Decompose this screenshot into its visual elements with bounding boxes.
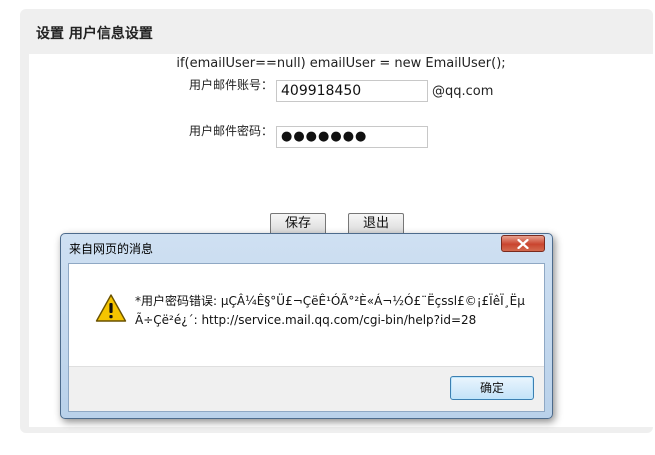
account-input[interactable] [276, 80, 428, 102]
ok-button[interactable]: 确定 [450, 376, 534, 400]
dialog-content: *用户密码错误: µÇÂ¼Ê§°Ü£¬ÇëÊ¹ÓÃ°²È«Á¬½Ó£¨Ëçssl… [68, 263, 545, 412]
exit-button[interactable]: 退出 [348, 213, 404, 235]
dialog-title: 来自网页的消息 [69, 242, 154, 256]
dialog-message: *用户密码错误: µÇÂ¼Ê§°Ü£¬ÇëÊ¹ÓÃ°²È«Á¬½Ó£¨Ëçssl… [135, 294, 525, 327]
dialog-close-button[interactable] [501, 235, 545, 252]
account-label: 用户邮件账号： [188, 78, 273, 92]
message-dialog: 来自网页的消息 *用户密码错误: µÇÂ¼Ê§°Ü£¬ÇëÊ¹ÓÃ°²È«Á¬½… [60, 233, 553, 419]
account-suffix: @qq.com [432, 84, 494, 99]
password-label: 用户邮件密码： [188, 124, 273, 138]
save-button[interactable]: 保存 [270, 213, 326, 235]
close-icon [517, 238, 529, 249]
dialog-footer: 确定 [69, 366, 544, 411]
password-input[interactable]: ●●●●●●● [276, 126, 428, 148]
code-text: if(emailUser==null) emailUser = new Emai… [176, 56, 506, 71]
warning-icon [95, 294, 127, 322]
panel-title: 设置 用户信息设置 [36, 26, 153, 42]
